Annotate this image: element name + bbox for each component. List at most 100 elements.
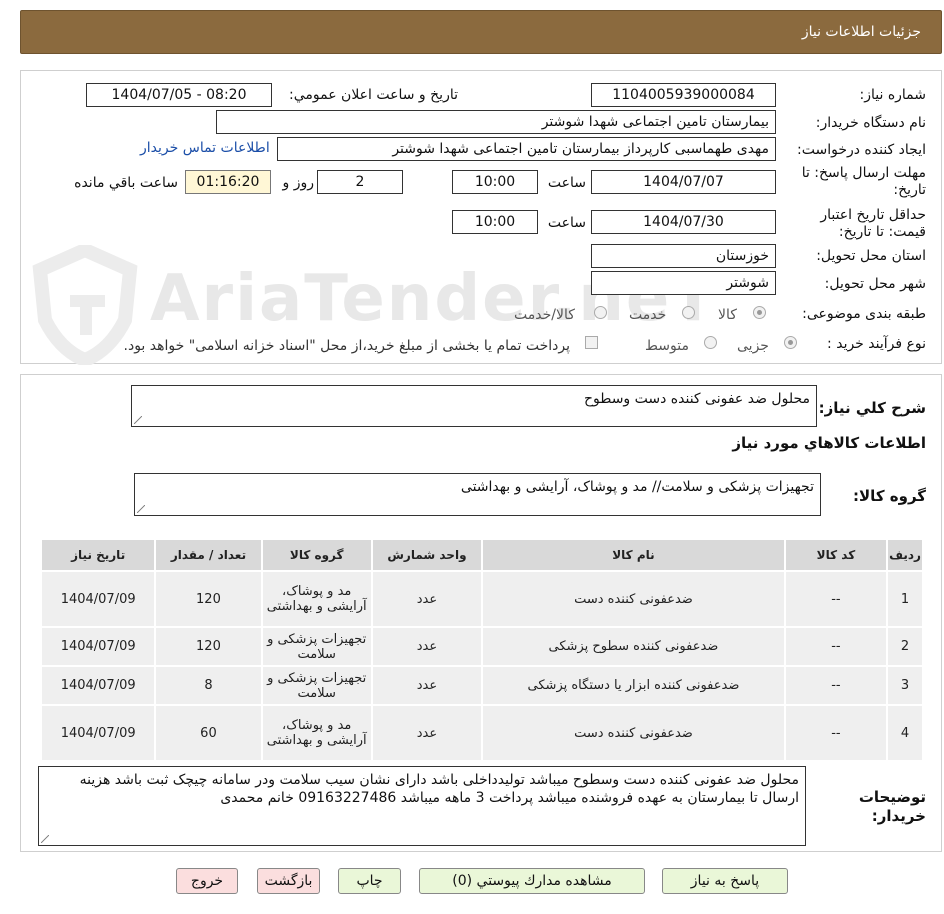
cell-qty: 60	[156, 706, 261, 760]
col-name-header: نام کالا	[483, 540, 784, 570]
exit-button[interactable]: خروج	[176, 868, 238, 894]
cell-qty: 120	[156, 572, 261, 626]
category-goods-label: کالا	[718, 307, 737, 323]
contact-buyer-link[interactable]: اطلاعات تماس خریدار	[140, 140, 270, 156]
creator-label: ایجاد کننده درخواست:	[797, 142, 926, 158]
cell-date: 1404/07/09	[42, 572, 155, 626]
deadline-label: مهلت ارسال پاسخ: تا تاریخ:	[801, 165, 926, 198]
process-medium-radio[interactable]	[704, 336, 717, 349]
cell-unit: عدد	[372, 628, 482, 665]
cell-unit: عدد	[372, 667, 482, 704]
table-row: 1 -- ضدعفونی کننده دست عدد مد و پوشاک، آ…	[42, 572, 922, 626]
reply-button[interactable]: پاسخ به نیاز	[662, 868, 788, 894]
cell-code: --	[785, 572, 887, 626]
city-label: شهر محل تحویل:	[824, 276, 926, 292]
remaining-time-field: 01:16:20	[185, 170, 271, 194]
summary-label: شرح کلي نیاز:	[818, 399, 926, 417]
table-header-row: ردیف کد کالا نام کالا واحد شمارش گروه کا…	[42, 540, 922, 570]
col-date-header: تاریخ نیاز	[42, 540, 155, 570]
category-label: طبقه بندی موضوعی:	[802, 306, 926, 322]
cell-date: 1404/07/09	[42, 628, 155, 665]
col-unit-header: واحد شمارش	[372, 540, 482, 570]
cell-row: 1	[888, 572, 922, 626]
buyer-org-label: نام دستگاه خریدار:	[815, 115, 926, 131]
validity-time-label: ساعت	[547, 215, 586, 231]
summary-textarea: محلول ضد عفونی کننده دست وسطوح	[131, 385, 817, 427]
buyer-org-field: بیمارستان تامین اجتماعی شهدا شوشتر	[216, 110, 776, 134]
goods-group-label: گروه کالا:	[853, 487, 926, 505]
buyer-notes-label: توضیحات خریدار:	[858, 788, 926, 825]
treasury-payment-note: پرداخت تمام یا بخشی از مبلغ خرید،از محل …	[123, 338, 570, 354]
cell-qty: 120	[156, 628, 261, 665]
attachments-button[interactable]: مشاهده مدارك پیوستي (0)	[419, 868, 645, 894]
validity-label: حداقل تاریخ اعتبار قیمت: تا تاریخ:	[820, 207, 926, 240]
need-number-label: شماره نیاز:	[859, 87, 927, 103]
table-row: 3 -- ضدعفونی کننده ابزار یا دستگاه پزشکی…	[42, 667, 922, 704]
page-header: جزئیات اطلاعات نیاز	[20, 10, 942, 54]
resize-grip-icon[interactable]	[137, 505, 145, 513]
cell-code: --	[785, 706, 887, 760]
category-both-radio[interactable]	[594, 306, 607, 319]
process-medium-label: متوسط	[645, 338, 689, 354]
cell-date: 1404/07/09	[42, 667, 155, 704]
print-button[interactable]: چاپ	[338, 868, 401, 894]
resize-grip-icon[interactable]	[41, 835, 49, 843]
days-field: 2	[317, 170, 403, 194]
days-label: روز و	[282, 175, 315, 191]
col-code-header: کد کالا	[785, 540, 887, 570]
process-partial-radio[interactable]	[784, 336, 797, 349]
category-goods-radio[interactable]	[753, 306, 766, 319]
deadline-time-field: 10:00	[452, 170, 538, 194]
treasury-payment-checkbox[interactable]	[585, 336, 598, 349]
announce-label: تاریخ و ساعت اعلان عمومي:	[289, 87, 458, 103]
validity-time-field: 10:00	[452, 210, 538, 234]
cell-group: مد و پوشاک، آرایشی و بهداشتی	[262, 572, 371, 626]
cell-group: مد و پوشاک، آرایشی و بهداشتی	[262, 706, 371, 760]
goods-table: ردیف کد کالا نام کالا واحد شمارش گروه کا…	[40, 538, 924, 762]
province-label: استان محل تحویل:	[816, 248, 926, 264]
page-title: جزئیات اطلاعات نیاز	[801, 24, 921, 40]
category-service-radio[interactable]	[682, 306, 695, 319]
buyer-notes-textarea: محلول ضد عفونی کننده دست وسطوح میباشد تو…	[38, 766, 806, 846]
remaining-label: ساعت باقي مانده	[74, 175, 178, 191]
creator-field: مهدی طهماسبی کارپرداز بیمارستان تامین اج…	[277, 137, 776, 161]
validity-date-field: 1404/07/30	[591, 210, 776, 234]
cell-unit: عدد	[372, 706, 482, 760]
cell-code: --	[785, 628, 887, 665]
cell-name: ضدعفونی کننده سطوح پزشکی	[483, 628, 784, 665]
need-number-field: 1104005939000084	[591, 83, 776, 107]
process-label: نوع فرآیند خرید :	[827, 336, 926, 352]
city-field: شوشتر	[591, 271, 776, 295]
cell-row: 4	[888, 706, 922, 760]
back-button[interactable]: بازگشت	[257, 868, 320, 894]
cell-name: ضدعفونی کننده ابزار یا دستگاه پزشکی	[483, 667, 784, 704]
deadline-time-label: ساعت	[547, 175, 586, 191]
goods-group-textarea: تجهیزات پزشکی و سلامت// مد و پوشاک، آرای…	[134, 473, 821, 516]
resize-grip-icon[interactable]	[134, 416, 142, 424]
cell-date: 1404/07/09	[42, 706, 155, 760]
cell-row: 3	[888, 667, 922, 704]
col-row-header: ردیف	[888, 540, 922, 570]
cell-group: تجهیزات پزشکی و سلامت	[262, 667, 371, 704]
table-row: 2 -- ضدعفونی کننده سطوح پزشکی عدد تجهیزا…	[42, 628, 922, 665]
cell-unit: عدد	[372, 572, 482, 626]
table-row: 4 -- ضدعفونی کننده دست عدد مد و پوشاک، آ…	[42, 706, 922, 760]
summary-text: محلول ضد عفونی کننده دست وسطوح	[583, 391, 810, 407]
cell-group: تجهیزات پزشکی و سلامت	[262, 628, 371, 665]
buyer-notes-text: محلول ضد عفونی کننده دست وسطوح میباشد تو…	[79, 772, 799, 806]
deadline-date-field: 1404/07/07	[591, 170, 776, 194]
province-field: خوزستان	[591, 244, 776, 268]
goods-group-text: تجهیزات پزشکی و سلامت// مد و پوشاک، آرای…	[460, 479, 814, 495]
category-both-label: کالا/خدمت	[514, 307, 575, 323]
cell-qty: 8	[156, 667, 261, 704]
cell-row: 2	[888, 628, 922, 665]
col-group-header: گروه کالا	[262, 540, 371, 570]
col-qty-header: تعداد / مقدار	[156, 540, 261, 570]
cell-code: --	[785, 667, 887, 704]
announce-field: 1404/07/05 - 08:20	[86, 83, 272, 107]
category-service-label: خدمت	[629, 307, 667, 323]
goods-info-title: اطلاعات کالاهاي مورد نیاز	[732, 434, 926, 452]
cell-name: ضدعفونی کننده دست	[483, 706, 784, 760]
process-partial-label: جزیی	[737, 338, 769, 354]
cell-name: ضدعفونی کننده دست	[483, 572, 784, 626]
